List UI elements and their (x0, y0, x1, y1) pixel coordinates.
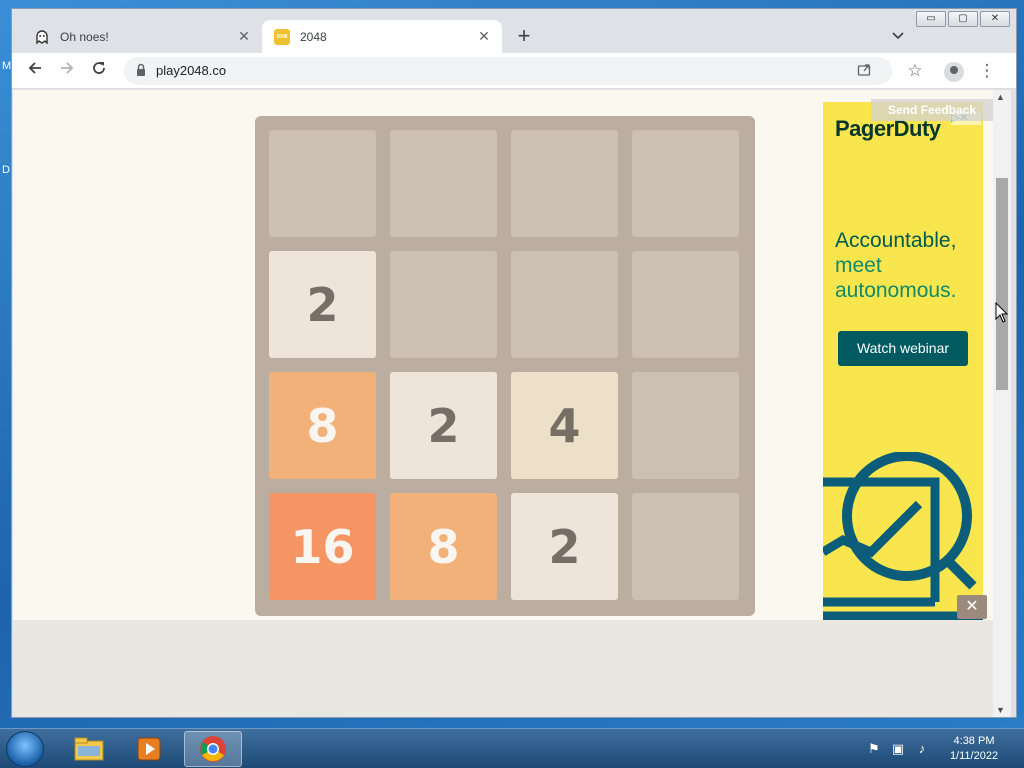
ad-headline-line: Accountable, (835, 229, 957, 252)
ad-headline-line: meet (835, 254, 882, 277)
page-footer-area (13, 620, 993, 717)
tab-title: Oh noes! (60, 29, 109, 44)
ghost-icon (34, 29, 50, 45)
tile-8: 8 (390, 493, 497, 600)
empty-cell (390, 251, 497, 358)
volume-icon[interactable]: ♪ (914, 741, 930, 757)
tile-16: 16 (269, 493, 376, 600)
file-explorer-icon[interactable] (60, 731, 118, 767)
close-ad-button[interactable]: ✕ (957, 595, 987, 619)
desktop-icon-label: D (2, 164, 10, 176)
system-clock[interactable]: 4:38 PM 1/11/2022 (942, 734, 1006, 764)
tile-4: 4 (511, 372, 618, 479)
ad-banner[interactable]: PagerDuty Accountable, meet autonomous. … (823, 102, 983, 620)
send-feedback-button[interactable]: Send Feedback (871, 99, 993, 121)
tab-title: 2048 (300, 29, 327, 44)
tile-2: 2 (390, 372, 497, 479)
minimize-button[interactable]: ▭ (916, 11, 946, 27)
chrome-icon[interactable] (184, 731, 242, 767)
browser-window: ▭ ▢ ✕ Oh noes! ✕ 2048 2048 ✕ + play2048.… (11, 8, 1017, 718)
window-controls: ▭ ▢ ✕ (916, 11, 1010, 27)
2048-favicon-icon: 2048 (274, 28, 290, 45)
ad-headline: Accountable, meet autonomous. (835, 228, 956, 303)
action-center-flag-icon[interactable]: ⚑ (866, 741, 882, 757)
network-icon[interactable]: ▣ (890, 741, 906, 757)
menu-kebab-icon[interactable]: ⋮ (976, 60, 998, 82)
empty-cell (511, 251, 618, 358)
bookmark-star-icon[interactable]: ☆ (904, 60, 926, 82)
empty-cell (511, 130, 618, 237)
close-window-button[interactable]: ✕ (980, 11, 1010, 27)
start-button[interactable] (6, 731, 44, 767)
back-icon[interactable] (24, 60, 46, 82)
tab-2048[interactable]: 2048 2048 ✕ (262, 20, 502, 53)
close-tab-icon[interactable]: ✕ (234, 28, 254, 45)
address-bar[interactable]: play2048.co (124, 57, 892, 85)
media-player-icon[interactable] (120, 731, 178, 767)
scroll-up-icon[interactable]: ▲ (996, 92, 1005, 102)
empty-cell (632, 372, 739, 479)
lock-icon (136, 63, 146, 77)
watch-webinar-button[interactable]: Watch webinar (838, 331, 968, 366)
empty-cell (390, 130, 497, 237)
new-tab-icon[interactable]: + (512, 25, 536, 49)
vertical-scrollbar[interactable]: ▲ ▼ (993, 90, 1011, 717)
empty-cell (632, 251, 739, 358)
empty-cell (632, 130, 739, 237)
maximize-button[interactable]: ▢ (948, 11, 978, 27)
tab-oh-noes[interactable]: Oh noes! ✕ (22, 20, 262, 53)
close-tab-icon[interactable]: ✕ (474, 28, 494, 45)
mouse-cursor-icon (995, 302, 1009, 323)
game-board: 2 8 2 4 16 8 2 (255, 116, 755, 616)
profile-avatar-icon[interactable] (944, 62, 964, 82)
scrollbar-thumb[interactable] (996, 178, 1008, 390)
clock-time: 4:38 PM (953, 735, 995, 747)
tile-8: 8 (269, 372, 376, 479)
tile-2: 2 (511, 493, 618, 600)
browser-toolbar: play2048.co ☆ ⋮ (12, 53, 1016, 89)
clock-date: 1/11/2022 (949, 750, 999, 762)
reload-icon[interactable] (88, 60, 110, 82)
taskbar: ⚑ ▣ ♪ 4:38 PM 1/11/2022 (0, 728, 1024, 768)
tile-2: 2 (269, 251, 376, 358)
empty-cell (269, 130, 376, 237)
empty-cell (632, 493, 739, 600)
url-text: play2048.co (156, 63, 227, 78)
forward-icon[interactable] (56, 60, 78, 82)
scroll-down-icon[interactable]: ▼ (996, 705, 1005, 715)
page-content: 2 8 2 4 16 8 2 PagerDuty Accountable, meet aut… (13, 90, 993, 620)
desktop-icon-label: M (2, 60, 12, 72)
ad-headline-line: autonomous. (835, 279, 957, 302)
share-icon[interactable] (854, 61, 874, 81)
chevron-down-icon[interactable] (892, 29, 904, 43)
